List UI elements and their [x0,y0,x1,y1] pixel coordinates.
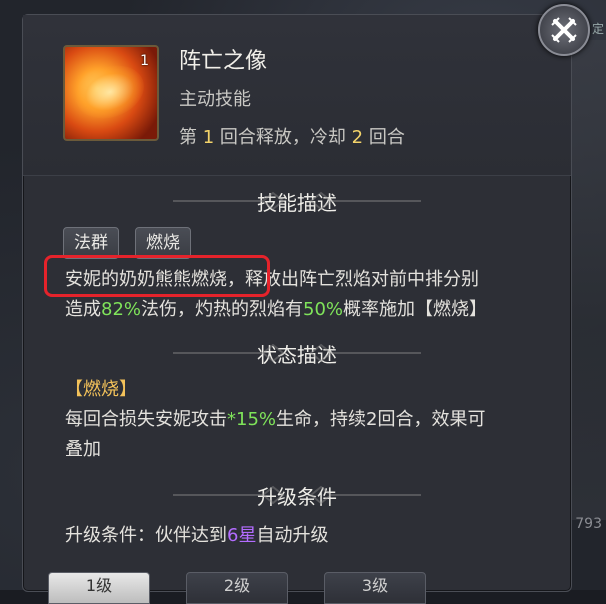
section-skill-desc: 技能描述 [23,181,571,221]
ornament-left-icon [173,343,285,363]
skill-name: 阵亡之像 [179,49,268,74]
section-upgrade: 升级条件 [23,475,571,515]
status-line1: 每回合损失安妮攻击*15%生命，持续2回合，效果可 [65,409,486,430]
annotation-highlight-box [44,255,270,297]
status-name: 【燃烧】 [65,379,137,400]
background-side-number: 793 [575,516,602,532]
skill-level-badge: 1 [140,53,149,69]
background-corner-text: 定 [591,22,604,36]
ornament-right-icon [309,191,421,211]
skill-desc-line2: 造成82%法伤，灼热的烈焰有50%概率施加【燃烧】 [65,299,488,320]
damage-percent: 82% [101,299,142,320]
skill-header: 1 阵亡之像 主动技能 第 1 回合释放，冷却 2 回合 [23,15,571,176]
status-line2: 叠加 [65,439,101,460]
tab-level-1[interactable]: 1级 [48,572,150,604]
burn-chance: 50% [303,299,344,320]
skill-icon: 1 [63,45,159,141]
cooldown-rounds: 2 [351,127,364,148]
status-description: 【燃烧】 每回合损失安妮攻击*15%生命，持续2回合，效果可 叠加 [65,375,555,465]
section-status-desc: 状态描述 [23,333,571,373]
skill-detail-panel: 1 阵亡之像 主动技能 第 1 回合释放，冷却 2 回合 技能描述 法群 燃烧 … [22,14,572,592]
upgrade-star: 6星 [227,525,257,546]
cooldown-start-round: 1 [202,127,215,148]
skill-cooldown: 第 1 回合释放，冷却 2 回合 [179,123,405,149]
upgrade-condition: 升级条件：伙伴达到6星自动升级 [65,525,329,546]
close-icon [551,17,577,43]
ornament-left-icon [173,485,285,505]
tab-level-2[interactable]: 2级 [186,572,288,604]
ornament-right-icon [309,343,421,363]
cooldown-text: 第 [179,127,203,148]
close-button[interactable] [538,4,590,56]
hp-loss-percent: *15% [227,409,277,430]
ornament-left-icon [173,191,285,211]
tab-level-3[interactable]: 3级 [324,572,426,604]
flame-icon [68,56,152,128]
skill-type: 主动技能 [179,89,251,110]
cooldown-text: 回合 [363,127,405,148]
ornament-right-icon [309,485,421,505]
cooldown-text: 回合释放，冷却 [214,127,352,148]
